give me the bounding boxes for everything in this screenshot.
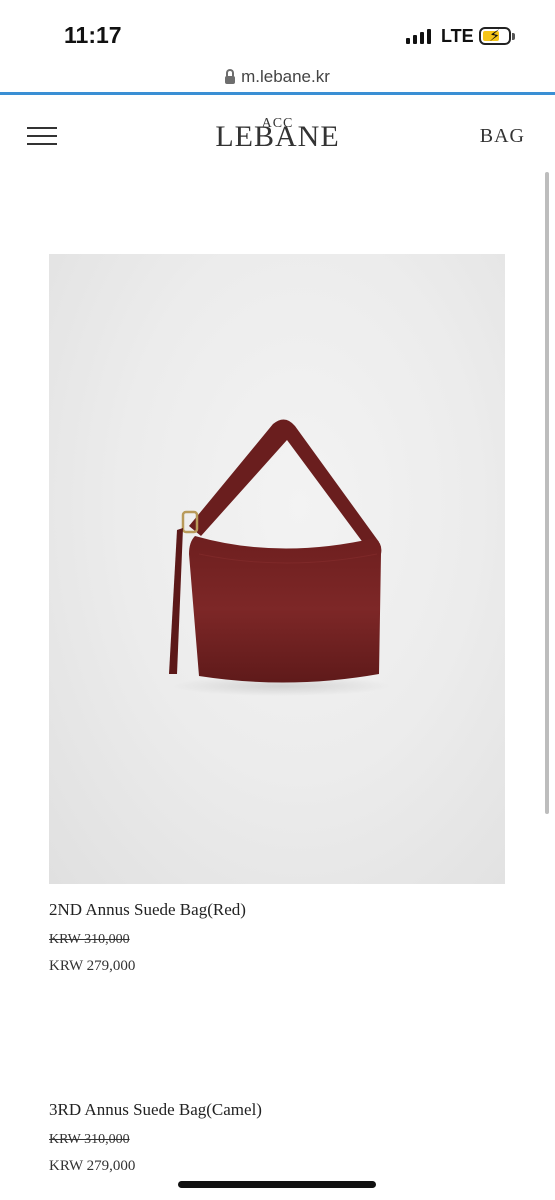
status-time: 11:17 (64, 22, 122, 48)
address-bar[interactable]: m.lebane.kr (0, 62, 555, 92)
product-title[interactable]: 3RD Annus Suede Bag(Camel) (49, 1100, 262, 1120)
product-original-price: KRW 310,000 (49, 932, 130, 947)
home-indicator[interactable] (178, 1181, 376, 1188)
product-image[interactable] (49, 254, 505, 884)
product-title[interactable]: 2ND Annus Suede Bag(Red) (49, 900, 246, 920)
product-original-price: KRW 310,000 (49, 1132, 130, 1147)
scrollbar[interactable] (545, 172, 549, 814)
battery-cap (512, 33, 515, 40)
product-sale-price: KRW 279,000 (49, 1158, 136, 1174)
site-logo[interactable]: ACC LEBANE (0, 117, 555, 152)
status-bar: 11:17 LTE ⚡ (0, 0, 555, 62)
network-type: LTE (441, 26, 474, 46)
url-text: m.lebane.kr (241, 67, 330, 86)
category-title: BAG (479, 125, 525, 147)
suede-bag-image (169, 419, 391, 696)
product-sale-price: KRW 279,000 (49, 958, 136, 974)
site-header: ACC LEBANE BAG (0, 95, 555, 177)
lock-icon (225, 69, 236, 84)
signal-strength-icon (406, 29, 431, 44)
battery-icon: ⚡ (479, 26, 511, 45)
logo-lebane: LEBANE (215, 120, 340, 153)
